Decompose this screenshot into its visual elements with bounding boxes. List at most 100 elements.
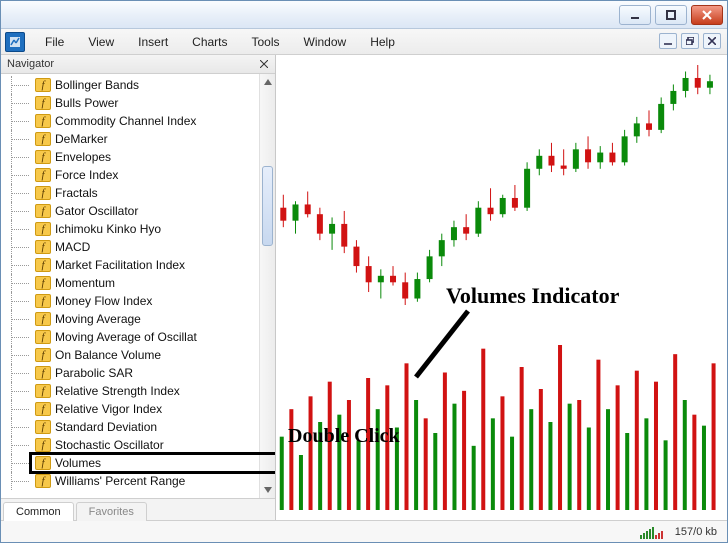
body-area: Navigator fBollinger BandsfBulls PowerfC… <box>1 55 727 520</box>
function-icon: f <box>35 132 51 146</box>
indicator-item[interactable]: f Relative Strength Index <box>1 382 275 400</box>
app-window: File View Insert Charts Tools Window Hel… <box>0 0 728 543</box>
function-icon: f <box>35 258 51 272</box>
indicator-item[interactable]: f Money Flow Index <box>1 292 275 310</box>
indicator-label: On Balance Volume <box>55 348 161 362</box>
chart-area[interactable]: Volumes Indicator Double Click <box>276 55 727 520</box>
function-icon: f <box>35 294 51 308</box>
indicator-item[interactable]: f Moving Average of Oscillat <box>1 328 275 346</box>
indicator-item[interactable]: f Standard Deviation <box>1 418 275 436</box>
indicator-item[interactable]: f Moving Average <box>1 310 275 328</box>
tab-favorites[interactable]: Favorites <box>76 502 147 521</box>
indicator-item[interactable]: f Momentum <box>1 274 275 292</box>
mdi-controls <box>659 33 721 49</box>
function-icon: f <box>35 204 51 218</box>
indicator-label: Envelopes <box>55 150 111 164</box>
function-icon: f <box>35 438 51 452</box>
indicator-label: Money Flow Index <box>55 294 152 308</box>
indicator-label: Bulls Power <box>55 96 118 110</box>
annotation-double-click: Double Click <box>288 425 400 448</box>
menu-bar: File View Insert Charts Tools Window Hel… <box>1 29 727 55</box>
menu-file[interactable]: File <box>33 31 76 53</box>
menu-insert[interactable]: Insert <box>126 31 180 53</box>
indicator-item[interactable]: f Bulls Power <box>1 94 275 112</box>
function-icon: f <box>35 474 51 488</box>
indicator-item[interactable]: f Fractals <box>1 184 275 202</box>
indicator-label: Ichimoku Kinko Hyo <box>55 222 161 236</box>
indicator-label: Standard Deviation <box>55 420 157 434</box>
indicator-item[interactable]: fMarket Facilitation Index <box>1 256 275 274</box>
connection-icon <box>640 525 663 539</box>
indicator-item[interactable]: f Gator Oscillator <box>1 202 275 220</box>
window-maximize-button[interactable] <box>655 5 687 25</box>
function-icon: f <box>35 222 51 236</box>
function-icon: f <box>35 78 51 92</box>
indicator-item[interactable]: f MACD <box>1 238 275 256</box>
indicator-item[interactable]: f Parabolic SAR <box>1 364 275 382</box>
function-icon: f <box>35 366 51 380</box>
menu-window[interactable]: Window <box>292 31 359 53</box>
function-icon: f <box>35 456 51 470</box>
indicator-label: Bollinger Bands <box>55 78 139 92</box>
function-icon: f <box>35 168 51 182</box>
navigator-panel: Navigator fBollinger BandsfBulls PowerfC… <box>1 55 276 520</box>
menu-charts[interactable]: Charts <box>180 31 239 53</box>
navigator-close-button[interactable] <box>257 57 271 71</box>
function-icon: f <box>35 240 51 254</box>
function-icon: f <box>35 312 51 326</box>
indicator-label: Parabolic SAR <box>55 366 133 380</box>
indicator-item[interactable]: f Relative Vigor Index <box>1 400 275 418</box>
indicator-item[interactable]: fOn Balance Volume <box>1 346 275 364</box>
indicator-item[interactable]: f Williams' Percent Range <box>1 472 275 490</box>
function-icon: f <box>35 150 51 164</box>
window-close-button[interactable] <box>691 5 723 25</box>
indicator-label: Fractals <box>55 186 98 200</box>
indicator-label: Moving Average <box>55 312 141 326</box>
menu-help[interactable]: Help <box>358 31 407 53</box>
indicator-label: Stochastic Oscillator <box>55 438 164 452</box>
indicator-item[interactable]: f Envelopes <box>1 148 275 166</box>
mdi-minimize-button[interactable] <box>659 33 677 49</box>
menu-view[interactable]: View <box>76 31 126 53</box>
navigator-tree[interactable]: f Bollinger Bands f Bulls Power f Commodity C… <box>1 74 275 498</box>
window-minimize-button[interactable] <box>619 5 651 25</box>
status-traffic: 157/0 kb <box>675 526 717 538</box>
indicator-label: Relative Strength Index <box>55 384 180 398</box>
indicator-item[interactable]: f Bollinger Bands <box>1 76 275 94</box>
indicator-item[interactable]: f Commodity Channel Index <box>1 112 275 130</box>
function-icon: f <box>35 420 51 434</box>
function-icon: f <box>35 114 51 128</box>
navigator-header: Navigator <box>1 55 275 74</box>
navigator-tabs: Common Favorites <box>1 498 275 520</box>
function-icon: f <box>35 96 51 110</box>
function-icon: f <box>35 276 51 290</box>
indicator-label: Relative Vigor Index <box>55 402 162 416</box>
menu-tools[interactable]: Tools <box>240 31 292 53</box>
function-icon: f <box>35 330 51 344</box>
status-bar: 157/0 kb <box>1 520 727 542</box>
title-bar <box>1 1 727 29</box>
indicator-label: DeMarker <box>55 132 108 146</box>
mdi-restore-button[interactable] <box>681 33 699 49</box>
indicator-label: Moving Average of Oscillat <box>55 330 197 344</box>
indicator-label: Williams' Percent Range <box>55 474 185 488</box>
indicator-item[interactable]: f Volumes <box>1 454 275 472</box>
indicator-label: Gator Oscillator <box>55 204 138 218</box>
indicator-label: Commodity Channel Index <box>55 114 196 128</box>
function-icon: f <box>35 402 51 416</box>
annotation-volumes-indicator: Volumes Indicator <box>446 283 619 309</box>
tab-common[interactable]: Common <box>3 502 74 521</box>
app-icon <box>5 32 25 52</box>
navigator-title: Navigator <box>7 58 54 70</box>
indicator-item[interactable]: f Stochastic Oscillator <box>1 436 275 454</box>
indicator-item[interactable]: f Force Index <box>1 166 275 184</box>
function-icon: f <box>35 384 51 398</box>
mdi-close-button[interactable] <box>703 33 721 49</box>
indicator-item[interactable]: f Ichimoku Kinko Hyo <box>1 220 275 238</box>
function-icon: f <box>35 186 51 200</box>
indicator-label: Volumes <box>55 456 101 470</box>
indicator-label: MACD <box>55 240 90 254</box>
indicator-label: Force Index <box>55 168 118 182</box>
indicator-item[interactable]: f DeMarker <box>1 130 275 148</box>
indicator-label: Momentum <box>55 276 115 290</box>
